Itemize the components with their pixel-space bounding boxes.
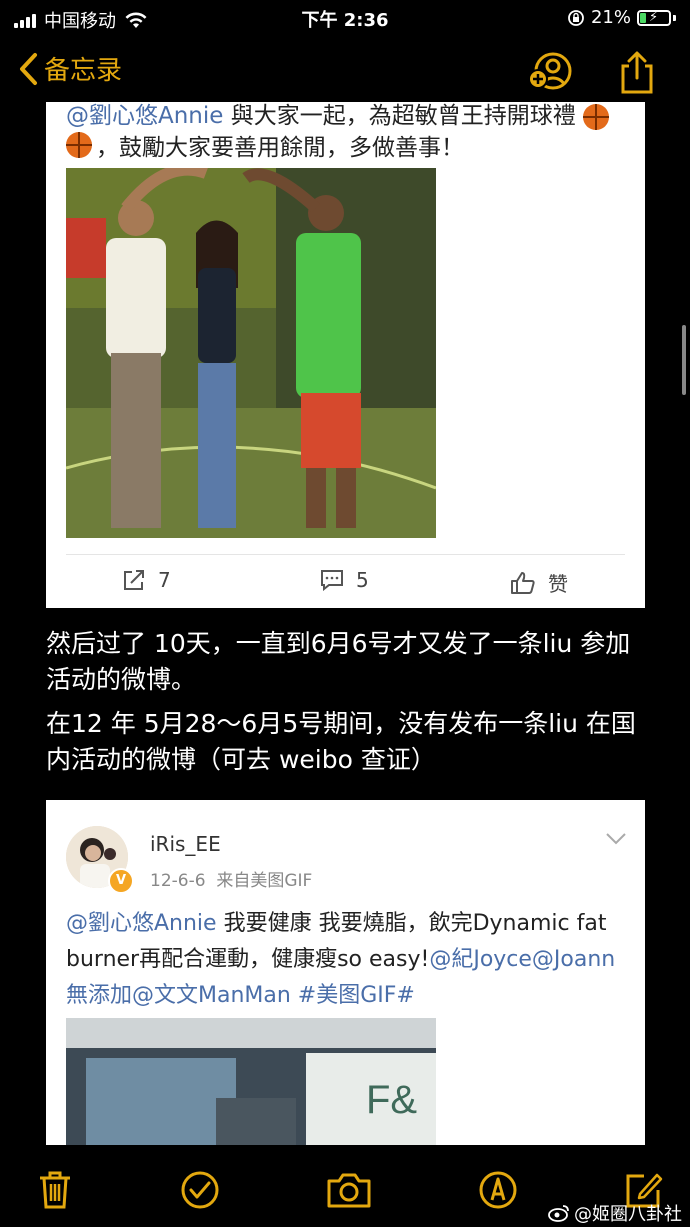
weibo-logo-icon xyxy=(548,1205,569,1222)
scroll-indicator[interactable] xyxy=(682,325,686,395)
card-divider xyxy=(66,554,625,555)
pen-icon[interactable] xyxy=(478,1170,518,1210)
like-label: 赞 xyxy=(548,572,568,596)
battery-tip xyxy=(673,14,676,21)
post-meta: 12-6-6 来自美图GIF xyxy=(150,866,312,891)
camera-icon[interactable] xyxy=(326,1170,372,1210)
comment-icon xyxy=(321,570,343,591)
rotation-lock-icon xyxy=(568,9,584,26)
post-source: 来自美图GIF xyxy=(216,871,313,891)
checkmark-icon[interactable] xyxy=(180,1170,220,1210)
comment-count: 5 xyxy=(356,568,369,592)
add-person-icon[interactable] xyxy=(526,50,574,92)
post-text-line2: ，鼓勵大家要善用餘閒，多做善事！ xyxy=(96,135,464,161)
verified-badge-icon: V xyxy=(108,868,134,894)
svg-text:F&: F& xyxy=(366,1078,417,1122)
battery-percent: 21% xyxy=(590,7,631,28)
repost-icon xyxy=(124,570,144,590)
basketball-emoji-icon xyxy=(583,103,610,130)
nav-bar: 备忘录 xyxy=(0,40,690,100)
like-button[interactable]: 赞 xyxy=(510,568,568,597)
post-text-rest: 與大家一起，為超敏曾王持開球禮 xyxy=(223,103,576,129)
comment-button[interactable]: 5 xyxy=(320,568,369,592)
battery-icon: ⚡ xyxy=(637,9,671,26)
chevron-left-icon xyxy=(20,52,37,85)
back-label: 备忘录 xyxy=(44,56,123,86)
mention-link[interactable]: @劉心悠Annie xyxy=(66,103,223,129)
status-right: 21% ⚡ xyxy=(567,7,676,28)
share-icon[interactable] xyxy=(618,50,656,96)
mention-link[interactable]: @劉心悠Annie xyxy=(66,911,217,936)
post-text: @劉心悠Annie 我要健康 我要燒脂，飲完Dynamic fat burner… xyxy=(66,906,626,1014)
note-paragraph-1: 然后过了 10天，一直到6月6号才又发了一条liu 参加活动的微博。 xyxy=(46,629,631,694)
back-button[interactable]: 备忘录 xyxy=(18,50,122,87)
repost-button[interactable]: 7 xyxy=(122,568,171,592)
post-photo[interactable]: F& xyxy=(66,1018,436,1145)
basketball-emoji-icon xyxy=(66,132,92,158)
username[interactable]: iRis_EE xyxy=(150,832,221,856)
battery-fill xyxy=(640,12,647,23)
watermark-text: @姬圈八卦社 xyxy=(574,1204,682,1225)
status-bar: 中国移动 下午 2:36 21% ⚡ xyxy=(0,0,690,36)
watermark: @姬圈八卦社 xyxy=(548,1200,682,1226)
thumbs-up-icon xyxy=(511,571,535,594)
weibo-card-1: @劉心悠Annie 與大家一起，為超敏曾王持開球禮 ，鼓勵大家要善用餘閒，多做善… xyxy=(46,102,645,608)
repost-count: 7 xyxy=(158,568,171,592)
chevron-down-icon[interactable] xyxy=(605,832,627,846)
post-text-line2-wrap: ，鼓勵大家要善用餘閒，多做善事！ xyxy=(66,128,464,162)
weibo-card-2: V iRis_EE 12-6-6 来自美图GIF @劉心悠Annie 我要健康 … xyxy=(46,800,645,1145)
note-paragraph-2: 在12 年 5月28～6月5号期间，没有发布一条liu 在国内活动的微博（可去 … xyxy=(46,709,636,774)
trash-icon[interactable] xyxy=(38,1170,72,1210)
post-text-cut: @劉心悠Annie 與大家一起，為超敏曾王持開球禮 xyxy=(66,102,610,130)
post-date: 12-6-6 xyxy=(150,871,206,891)
post-photo[interactable] xyxy=(66,168,436,538)
